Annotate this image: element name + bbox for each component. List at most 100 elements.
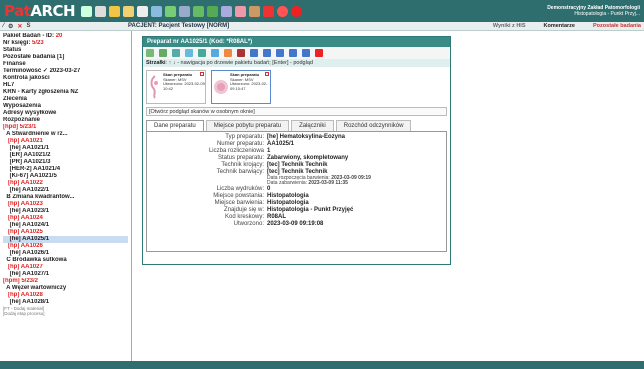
- flask-icon[interactable]: [207, 5, 219, 17]
- scan-thumbnail[interactable]: Skan preparatu Skaner: MSV Utworzono: 20…: [211, 70, 271, 104]
- sidebar-tree-item[interactable]: [he] AA1026/1: [3, 250, 128, 257]
- sidebar-tree-item[interactable]: [hp] AA1027: [3, 264, 128, 271]
- detail-label: Liczba rozliczeniowa: [208, 148, 264, 154]
- sidebar-tree-item[interactable]: [hpd] 5/23/1: [3, 124, 128, 131]
- add-icon[interactable]: [146, 49, 154, 57]
- sidebar-tree-item[interactable]: [hp] AA1024: [3, 215, 128, 222]
- sidebar-tree-item[interactable]: [hp] AA1023: [3, 201, 128, 208]
- sidebar-tree-item[interactable]: Nr księgi: 5/23: [3, 40, 128, 47]
- chart-icon[interactable]: [221, 5, 233, 17]
- document-icon[interactable]: [137, 5, 149, 17]
- label-icon[interactable]: [276, 49, 284, 57]
- detail-row: Numer preparatu: AA1025/1: [147, 141, 446, 148]
- copy-icon[interactable]: [172, 49, 180, 57]
- sidebar-item-label: [hpm] 5/23/2: [3, 278, 39, 284]
- label-print-icon[interactable]: [289, 49, 297, 57]
- sidebar-tree-item[interactable]: B Zmiana kwadrantów...: [3, 194, 128, 201]
- sidebar-tree-item[interactable]: KRN - Karty zgłoszenia NZ: [3, 89, 128, 96]
- sidebar-item-label: [he] AA1027/1: [3, 271, 50, 277]
- camera-icon[interactable]: [237, 49, 245, 57]
- sidebar-tree-item[interactable]: Adresy wysyłkowe: [3, 110, 128, 117]
- alert-icon[interactable]: [277, 5, 289, 17]
- sidebar-item-label: Status: [3, 47, 22, 53]
- sidebar-tree-item[interactable]: [hp] AA1025: [3, 229, 128, 236]
- sidebar-tree-item[interactable]: Pozostałe badania [1]: [3, 54, 128, 61]
- print-icon[interactable]: [211, 49, 219, 57]
- sidebar-tree-item[interactable]: [he] AA1027/1: [3, 271, 128, 278]
- sidebar-tree-item[interactable]: [hpm] 5/23/2: [3, 278, 128, 285]
- sidebar-tree-item[interactable]: [hp] AA1021: [3, 138, 128, 145]
- scan-thumbnail[interactable]: Skan preparatu Skaner: MSV Utworzono: 20…: [146, 70, 206, 104]
- open-scan-window-link[interactable]: [Otwórz podgląd skanów w osobnym oknie]: [146, 107, 447, 116]
- sidebar-tree-item[interactable]: Status: [3, 47, 128, 54]
- sidebar-tree-item[interactable]: [he] AA1021/1: [3, 145, 128, 152]
- sidebar-tree-item[interactable]: [he] AA1024/1: [3, 222, 128, 229]
- search-icon[interactable]: [151, 5, 163, 17]
- sidebar-tree-item[interactable]: Zlecenia: [3, 96, 128, 103]
- sidebar-tree-item[interactable]: A Węzeł wartowniczy: [3, 285, 128, 292]
- close-icon[interactable]: ✕: [17, 23, 22, 30]
- sidebar-tree-item[interactable]: [HER-2] AA1021/4: [3, 166, 128, 173]
- tab-attachments[interactable]: Załączniki: [291, 120, 334, 131]
- sidebar-tree-item[interactable]: Terminowość ✓ 2023-03-27: [3, 68, 128, 75]
- edit-icon[interactable]: [159, 49, 167, 57]
- delete-icon[interactable]: [315, 49, 323, 57]
- sidebar-tree-item[interactable]: Wyposażenia: [3, 103, 128, 110]
- close-icon[interactable]: [263, 5, 275, 17]
- tag-icon[interactable]: [302, 49, 310, 57]
- sidebar-item-label: [hp] AA1021: [3, 138, 43, 144]
- sidebar-tree-item[interactable]: [he] AA1023/1: [3, 208, 128, 215]
- stop-icon[interactable]: [291, 5, 303, 17]
- sidebar-tree-item[interactable]: [he] AA1022/1: [3, 187, 128, 194]
- sidebar-tree-item[interactable]: Finanse: [3, 61, 128, 68]
- detail-value: Histopatologia: [267, 193, 309, 199]
- pin-icon[interactable]: ⁄: [3, 23, 4, 30]
- filter-icon[interactable]: S: [26, 23, 30, 30]
- sidebar-tree-item[interactable]: Rozpoznanie: [3, 117, 128, 124]
- tab-slide-data[interactable]: Dane preparatu: [146, 120, 204, 131]
- sidebar-tree-item[interactable]: [hp] AA1026: [3, 243, 128, 250]
- monitor-icon[interactable]: [179, 5, 191, 17]
- sidebar-tree-item[interactable]: [hp] AA1028: [3, 292, 128, 299]
- list-icon[interactable]: [81, 5, 93, 17]
- patient-label[interactable]: PACJENT: Pacjent Testowy [NORM]: [128, 23, 229, 29]
- sidebar-tree-item[interactable]: Kontrola jakości: [3, 75, 128, 82]
- tab-reagent-usage[interactable]: Rozchód odczynników: [335, 120, 412, 131]
- pencil-icon[interactable]: [185, 49, 193, 57]
- external-link-icon[interactable]: [265, 72, 269, 76]
- sidebar-tree-item[interactable]: HL7: [3, 82, 128, 89]
- nav-comments[interactable]: Komentarze: [535, 23, 584, 29]
- grid-icon[interactable]: [95, 5, 107, 17]
- sidebar-item-label: A Węzeł wartowniczy: [3, 285, 67, 291]
- barcode-print-icon[interactable]: [263, 49, 271, 57]
- sidebar-tree-item[interactable]: Pakiet Badań - ID: 20: [3, 33, 128, 40]
- hint-label: Strzałki: [146, 60, 166, 66]
- sidebar-tree-item[interactable]: A Stwardnienie w rz...: [3, 131, 128, 138]
- folder-icon[interactable]: [123, 5, 135, 17]
- sidebar-tree-item[interactable]: C Brodawka sutkowa: [3, 257, 128, 264]
- sidebar-item-label: [hp] AA1025: [3, 229, 43, 235]
- sidebar-tree-item[interactable]: [he] AA1028/1: [3, 299, 128, 306]
- barcode-icon[interactable]: [250, 49, 258, 57]
- sidebar-tree-item[interactable]: [Dodaj etap procesu]: [3, 311, 128, 316]
- sidebar-item-label: A Stwardnienie w rz...: [3, 131, 68, 137]
- sidebar-tree-item[interactable]: [hp] AA1022: [3, 180, 128, 187]
- sidebar-tree-item[interactable]: [he] AA1025/1: [3, 236, 128, 243]
- patient-icon[interactable]: [165, 5, 177, 17]
- scan-icon[interactable]: [198, 49, 206, 57]
- nav-remaining[interactable]: Pozostałe badania: [584, 23, 644, 29]
- detail-row: Status preparatu: Zabarwiony, skompletowa…: [147, 155, 446, 162]
- people-icon[interactable]: [235, 5, 247, 17]
- external-link-icon[interactable]: [200, 72, 204, 76]
- nav-results-his[interactable]: Wyniki z HIS: [484, 23, 535, 29]
- detail-value: Histopatologia - Punkt Przyjęć: [267, 207, 354, 213]
- sidebar-tree-item[interactable]: [ER] AA1021/2: [3, 152, 128, 159]
- home-icon[interactable]: [109, 5, 121, 17]
- chart-icon[interactable]: [224, 49, 232, 57]
- sidebar-tree-item[interactable]: [Ki-67] AA1021/5: [3, 173, 128, 180]
- box-icon[interactable]: [249, 5, 261, 17]
- sidebar-tree-item[interactable]: [PR] AA1021/3: [3, 159, 128, 166]
- microscope-icon[interactable]: [193, 5, 205, 17]
- gear-icon[interactable]: ⚙: [8, 23, 13, 30]
- tab-slide-location[interactable]: Miejsce pobytu preparatu: [205, 120, 290, 131]
